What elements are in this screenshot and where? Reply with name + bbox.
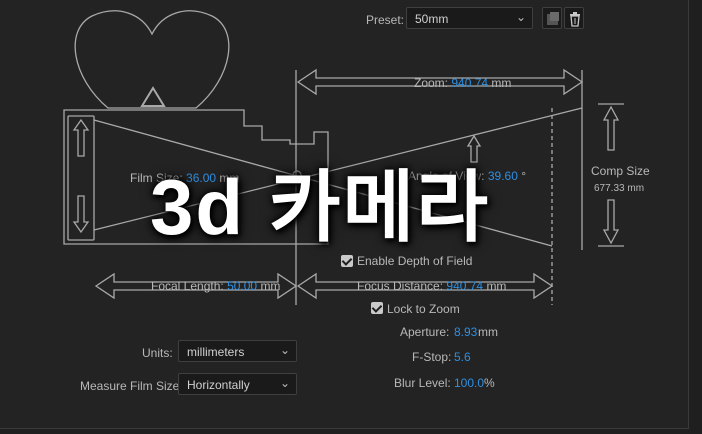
measure-film-size-label: Measure Film Size: — [80, 379, 183, 393]
trash-icon — [570, 12, 580, 27]
angle-of-view-value[interactable]: 39.60 — [488, 169, 518, 183]
preset-dropdown[interactable]: 50mm ⌄ — [406, 7, 533, 29]
units-dropdown[interactable]: millimeters ⌄ — [178, 340, 297, 362]
focus-distance-value[interactable]: 940.74 — [446, 279, 483, 293]
overlay-title: 3d 카메라 — [150, 163, 490, 251]
zoom-readout: Zoom: 940.74 mm — [414, 76, 511, 90]
blur-level-value[interactable]: 100.0 — [454, 376, 484, 390]
delete-preset-button[interactable] — [564, 7, 584, 29]
chevron-down-icon: ⌄ — [279, 376, 290, 390]
save-preset-button[interactable] — [542, 7, 562, 29]
enable-dof-label: Enable Depth of Field — [357, 254, 473, 268]
aperture-unit: mm — [478, 325, 498, 339]
measure-film-size-dropdown[interactable]: Horizontally ⌄ — [178, 373, 297, 395]
focal-length-unit: mm — [260, 279, 281, 293]
chevron-down-icon: ⌄ — [279, 343, 290, 357]
blur-level-label: Blur Level: — [394, 376, 451, 390]
lock-to-zoom-checkbox[interactable] — [371, 302, 383, 314]
focal-length-label: Focal Length: — [151, 279, 224, 293]
chevron-down-icon: ⌄ — [515, 10, 526, 24]
zoom-value[interactable]: 940.74 — [451, 76, 488, 90]
units-label: Units: — [142, 346, 173, 360]
focus-distance-readout: Focus Distance: 940.74 mm — [357, 279, 506, 293]
preset-label: Preset: — [366, 13, 405, 27]
fstop-label: F-Stop: — [412, 350, 452, 364]
units-value: millimeters — [187, 345, 245, 359]
focal-length-value[interactable]: 50.00 — [227, 279, 257, 293]
aperture-value[interactable]: 8.93 — [454, 325, 477, 339]
comp-size-label: Comp Size — [591, 164, 650, 178]
focus-distance-unit: mm — [486, 279, 507, 293]
lock-to-zoom-label: Lock to Zoom — [387, 302, 460, 316]
fstop-value[interactable]: 5.6 — [454, 350, 471, 364]
camera-reels-shape — [74, 10, 230, 109]
angle-of-view-unit: ° — [521, 169, 527, 183]
focal-length-readout: Focal Length: 50.00 mm — [151, 279, 280, 293]
enable-dof-checkbox[interactable] — [341, 255, 353, 267]
preset-value: 50mm — [415, 12, 449, 26]
zoom-label: Zoom: — [414, 76, 449, 90]
measure-film-size-value: Horizontally — [187, 378, 250, 392]
aperture-label: Aperture: — [400, 325, 450, 339]
save-preset-icon — [547, 12, 559, 25]
comp-size-value: 677.33 mm — [594, 183, 645, 194]
focus-distance-label: Focus Distance: — [357, 279, 444, 293]
zoom-unit: mm — [491, 76, 512, 90]
blur-level-unit: % — [484, 376, 495, 390]
